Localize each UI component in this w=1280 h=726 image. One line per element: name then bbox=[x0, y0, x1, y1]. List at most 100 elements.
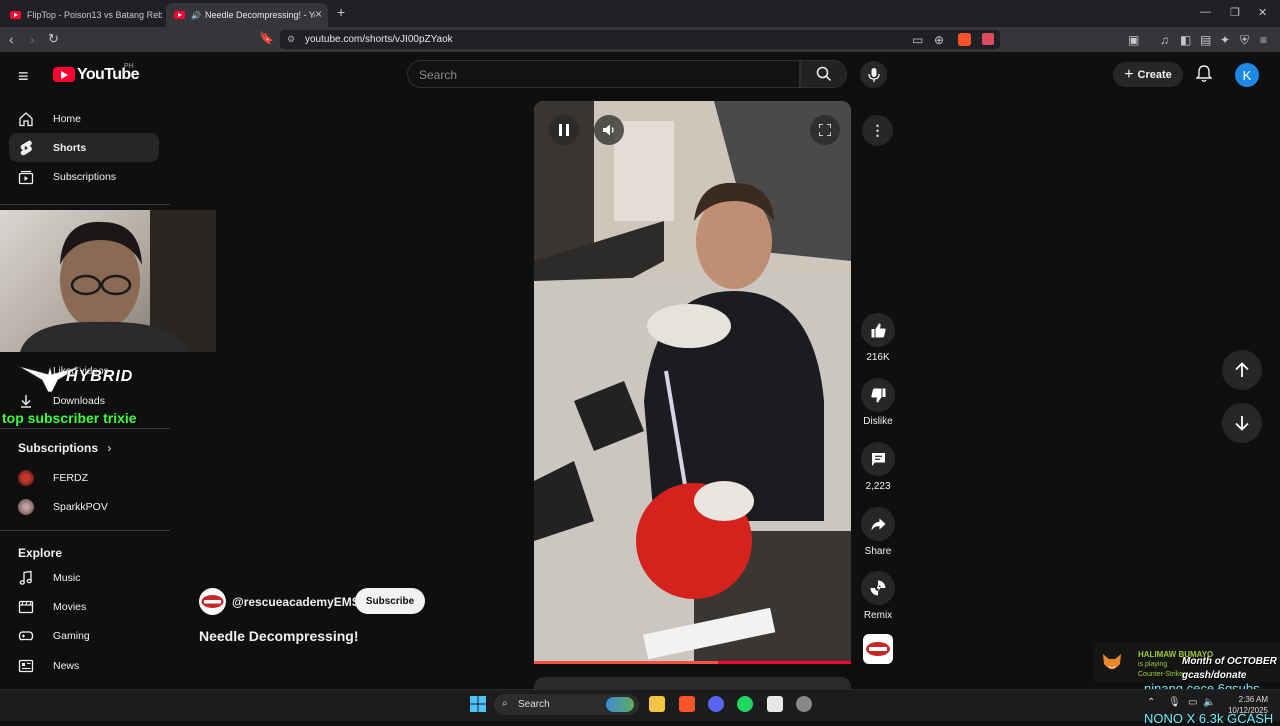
leo-ai-icon[interactable]: ✦ bbox=[1220, 33, 1230, 47]
sidebar-item-shorts[interactable]: Shorts bbox=[9, 133, 159, 162]
mute-button[interactable] bbox=[594, 115, 624, 145]
notifications-bell-icon[interactable] bbox=[1196, 65, 1212, 83]
sidebar-channel-item[interactable]: FERDZ bbox=[9, 463, 159, 492]
home-icon bbox=[19, 111, 33, 126]
volume-icon bbox=[602, 124, 614, 136]
browser-tab[interactable]: FlipTop - Poison13 vs Batang Rebelde bbox=[2, 3, 162, 27]
sidebar-item-movies[interactable]: Movies bbox=[9, 592, 159, 621]
back-icon[interactable]: ‹ bbox=[9, 31, 14, 47]
previous-short-button[interactable] bbox=[1222, 350, 1262, 390]
shorts-video-player[interactable] bbox=[534, 101, 851, 663]
explore-heading: Explore bbox=[18, 546, 63, 560]
next-short-button[interactable] bbox=[1222, 403, 1262, 443]
rewards-icon[interactable] bbox=[982, 33, 994, 45]
sidebar-toggle-icon[interactable]: ◧ bbox=[1180, 33, 1191, 47]
search-icon: ⌕ bbox=[502, 698, 508, 709]
browser-tab-active[interactable]: 🔊 Needle Decompressing! - YouTube × bbox=[166, 3, 328, 27]
close-tab-icon[interactable]: × bbox=[315, 7, 322, 21]
guide-menu-icon[interactable]: ≡ bbox=[18, 66, 29, 87]
arrow-down-icon bbox=[1235, 416, 1249, 431]
remix-button[interactable] bbox=[861, 571, 895, 605]
pause-button[interactable] bbox=[549, 115, 579, 145]
network-icon[interactable]: ▭ bbox=[1188, 697, 1197, 708]
subscriptions-heading[interactable]: Subscriptions › bbox=[18, 441, 111, 455]
sidebar-item-home[interactable]: Home bbox=[9, 104, 159, 133]
account-avatar[interactable]: K bbox=[1235, 63, 1259, 87]
taskbar-search-label: Search bbox=[518, 699, 550, 710]
media-icon[interactable]: ♫ bbox=[1160, 33, 1169, 47]
channel-name: SparkkPOV bbox=[53, 500, 108, 513]
plus-icon: + bbox=[1124, 65, 1134, 83]
document-icon[interactable] bbox=[767, 696, 783, 712]
tab-title: Needle Decompressing! - YouTube bbox=[204, 10, 315, 20]
tray-chevron-up-icon[interactable]: ⌃ bbox=[1147, 697, 1155, 708]
site-info-icon[interactable]: ⚙ bbox=[287, 34, 295, 45]
microphone-tray-icon[interactable]: 🎙 bbox=[1168, 697, 1181, 708]
speaker-tray-icon[interactable]: 🔈 bbox=[1203, 697, 1215, 708]
wallet-icon[interactable]: ▤ bbox=[1200, 33, 1211, 47]
share-label: Share bbox=[864, 546, 892, 557]
spotify-icon[interactable] bbox=[737, 696, 753, 712]
search-input[interactable] bbox=[407, 60, 800, 88]
video-progress-bar[interactable] bbox=[534, 661, 851, 664]
discord-icon[interactable] bbox=[708, 696, 724, 712]
brave-shield-icon[interactable] bbox=[958, 33, 971, 46]
vpn-icon[interactable]: ⛨ bbox=[1240, 33, 1249, 48]
channel-handle[interactable]: @rescueacademyEMS bbox=[232, 595, 360, 609]
maximize-icon[interactable]: ❐ bbox=[1230, 6, 1240, 19]
country-code: PH bbox=[124, 63, 134, 70]
subscriptions-heading-label: Subscriptions bbox=[18, 441, 99, 455]
short-title: Needle Decompressing! bbox=[199, 628, 359, 644]
channel-avatar bbox=[18, 498, 34, 515]
bookmark-icon[interactable]: 🔖 bbox=[259, 31, 274, 45]
pause-icon bbox=[559, 124, 569, 136]
youtube-favicon-icon bbox=[10, 11, 21, 19]
taskbar-search[interactable]: ⌕ Search bbox=[494, 694, 639, 715]
thumbs-down-icon bbox=[870, 388, 885, 402]
close-window-icon[interactable]: ✕ bbox=[1258, 6, 1267, 19]
gaming-controller-icon bbox=[18, 630, 34, 640]
dislike-button[interactable] bbox=[861, 378, 895, 412]
video-progress-fill bbox=[534, 661, 718, 664]
sidebar-channel-item[interactable]: SparkkPOV bbox=[9, 492, 159, 521]
windows-start-icon[interactable] bbox=[470, 696, 486, 712]
screenshot-icon[interactable]: ▣ bbox=[1128, 33, 1139, 47]
zoom-icon[interactable]: ⊕ bbox=[934, 33, 944, 47]
reload-icon[interactable]: ↻ bbox=[48, 31, 59, 47]
forward-icon[interactable]: › bbox=[30, 31, 35, 47]
minimize-icon[interactable]: — bbox=[1200, 6, 1211, 18]
sidebar-item-gaming[interactable]: Gaming bbox=[9, 621, 159, 650]
cast-icon[interactable]: ▭ bbox=[912, 33, 923, 47]
youtube-logo-icon[interactable] bbox=[53, 67, 75, 82]
sidebar-item-news[interactable]: News bbox=[9, 651, 159, 680]
microphone-icon bbox=[868, 68, 880, 82]
streamer-webcam bbox=[0, 210, 216, 352]
film-icon bbox=[18, 600, 34, 613]
sidebar-item-subscriptions[interactable]: Subscriptions bbox=[9, 162, 159, 191]
sidebar-item-label: Music bbox=[53, 571, 81, 584]
dislike-label: Dislike bbox=[863, 416, 893, 427]
fox-avatar-icon bbox=[1103, 654, 1121, 669]
search-button[interactable] bbox=[800, 60, 847, 88]
download-icon bbox=[21, 394, 31, 408]
channel-avatar[interactable] bbox=[199, 588, 226, 615]
search-placeholder: Search bbox=[419, 68, 458, 82]
settings-gear-icon[interactable] bbox=[796, 696, 812, 712]
new-tab-icon[interactable]: + bbox=[337, 4, 345, 20]
fullscreen-button[interactable] bbox=[810, 115, 840, 145]
subscribe-button[interactable]: Subscribe bbox=[355, 588, 425, 614]
like-count: 216K bbox=[866, 352, 890, 363]
speaker-icon: 🔊 bbox=[191, 10, 201, 20]
share-button[interactable] bbox=[861, 507, 895, 541]
menu-icon[interactable]: ≡ bbox=[1260, 33, 1267, 47]
sound-thumbnail[interactable] bbox=[863, 634, 893, 664]
more-options-button[interactable]: ⋮ bbox=[862, 115, 893, 146]
file-explorer-icon[interactable] bbox=[649, 696, 665, 712]
top-subscriber-overlay: top subscriber trixie bbox=[2, 410, 137, 426]
like-button[interactable] bbox=[861, 313, 895, 347]
brave-browser-icon[interactable] bbox=[679, 696, 695, 712]
create-button[interactable]: + Create bbox=[1113, 62, 1183, 87]
comments-button[interactable] bbox=[861, 442, 895, 476]
voice-search-button[interactable] bbox=[860, 61, 887, 88]
sidebar-item-music[interactable]: Music bbox=[9, 563, 159, 592]
